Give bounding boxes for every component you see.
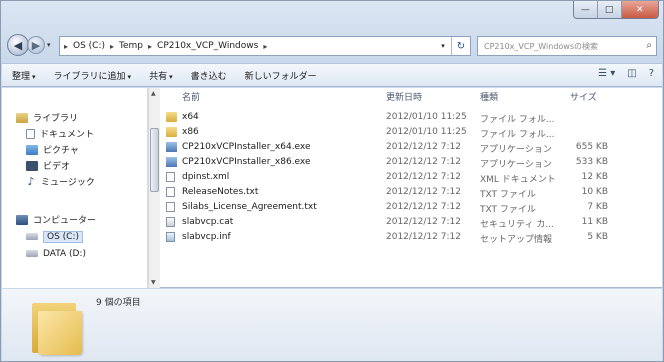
- minimize-button[interactable]: —: [574, 1, 597, 18]
- column-header-type[interactable]: 種類: [480, 90, 498, 103]
- library-icon: [16, 112, 28, 123]
- xml-file-icon: [166, 172, 175, 182]
- recent-pages-dropdown-icon[interactable]: ▾: [47, 41, 51, 49]
- setup-info-icon: [166, 232, 175, 242]
- file-row[interactable]: dpinst.xml 2012/12/12 7:12 XML ドキュメント 12 K…: [160, 170, 660, 185]
- pictures-icon: [26, 144, 38, 155]
- file-row[interactable]: x64 2012/01/10 11:25 ファイル フォル...: [160, 110, 660, 125]
- file-row[interactable]: slabvcp.inf 2012/12/12 7:12 セットアップ情報 5 KB: [160, 230, 660, 245]
- column-header-name[interactable]: 名前: [182, 90, 200, 103]
- search-box[interactable]: CP210x_VCP_Windowsの検索 ⌕: [477, 36, 657, 56]
- nav-item-videos[interactable]: ビデオ: [26, 158, 70, 173]
- breadcrumb-chevron-icon[interactable]: ▸: [148, 42, 152, 51]
- documents-icon: [26, 128, 35, 139]
- command-bar: 整理 ▾ ライブラリに追加 ▾ 共有 ▾ 書き込む 新しいフォルダー ☰ ▾ ◫ ?: [2, 63, 662, 87]
- back-button[interactable]: ◀: [7, 34, 29, 56]
- column-header-size[interactable]: サイズ: [570, 90, 597, 103]
- application-icon: [166, 157, 177, 167]
- title-bar: — □ ✕: [1, 1, 663, 27]
- address-root-chevron-icon[interactable]: ▸: [64, 42, 68, 51]
- breadcrumb-chevron-icon[interactable]: ▸: [263, 42, 267, 51]
- computer-icon: [16, 214, 28, 225]
- scroll-up-arrow-icon[interactable]: ▲: [151, 90, 156, 97]
- text-file-icon: [166, 187, 175, 197]
- breadcrumb-chevron-icon[interactable]: ▸: [110, 42, 114, 51]
- item-count: 9 個の項目: [96, 298, 141, 308]
- forward-button[interactable]: ▶: [27, 36, 45, 54]
- refresh-icon[interactable]: ↻: [451, 37, 470, 55]
- search-icon[interactable]: ⌕: [646, 40, 652, 51]
- add-to-library-button[interactable]: ライブラリに追加 ▾: [54, 69, 132, 82]
- breadcrumb-drive[interactable]: OS (C:): [73, 41, 105, 51]
- nav-item-data-drive[interactable]: DATA (D:): [26, 246, 86, 261]
- breadcrumb-temp[interactable]: Temp: [119, 41, 143, 51]
- navigation-scrollbar[interactable]: ▲ ▼: [148, 88, 160, 288]
- file-row[interactable]: CP210xVCPInstaller_x64.exe 2012/12/12 7:1…: [160, 140, 660, 155]
- nav-item-pictures[interactable]: ピクチャ: [26, 142, 79, 157]
- folder-icon: [166, 127, 177, 137]
- content-area: ライブラリ ドキュメント ピクチャ ビデオ ♪ ミュージック コンピューター O…: [2, 88, 662, 288]
- drive-icon: [26, 250, 38, 257]
- column-header-date[interactable]: 更新日時: [386, 90, 422, 103]
- maximize-button[interactable]: □: [596, 1, 622, 18]
- nav-item-libraries[interactable]: ライブラリ: [16, 110, 78, 125]
- file-list: 名前 更新日時 種類 サイズ x64 2012/01/10 11:25 ファイル …: [160, 88, 662, 288]
- file-row[interactable]: slabvcp.cat 2012/12/12 7:12 セキュリティ カ... 11…: [160, 215, 660, 230]
- drive-icon: [26, 233, 38, 240]
- text-file-icon: [166, 202, 175, 212]
- navigation-buttons: ◀ ▶ ▾: [7, 34, 51, 56]
- explorer-window: — □ ✕ ◀ ▶ ▾ ▸ OS (C:) ▸ Temp ▸ CP210x_VC…: [0, 0, 664, 362]
- organize-button[interactable]: 整理 ▾: [12, 69, 36, 82]
- nav-item-os-drive[interactable]: OS (C:): [26, 229, 83, 244]
- change-view-icon[interactable]: ☰ ▾: [598, 68, 615, 79]
- address-history-dropdown-icon[interactable]: ▾: [436, 37, 450, 55]
- window-controls: — □ ✕: [573, 1, 659, 19]
- breadcrumb-current-folder[interactable]: CP210x_VCP_Windows: [157, 41, 258, 51]
- file-row[interactable]: x86 2012/01/10 11:25 ファイル フォル...: [160, 125, 660, 140]
- file-row[interactable]: CP210xVCPInstaller_x86.exe 2012/12/12 7:1…: [160, 155, 660, 170]
- search-placeholder: CP210x_VCP_Windowsの検索: [484, 41, 599, 51]
- security-catalog-icon: [166, 217, 175, 227]
- videos-icon: [26, 160, 38, 171]
- scroll-down-arrow-icon[interactable]: ▼: [151, 279, 156, 286]
- folder-icon: [166, 112, 177, 122]
- folder-icon: [32, 297, 82, 355]
- application-icon: [166, 142, 177, 152]
- close-button[interactable]: ✕: [621, 1, 658, 18]
- burn-button[interactable]: 書き込む: [191, 69, 227, 82]
- scroll-thumb[interactable]: [150, 128, 159, 192]
- navigation-pane: ライブラリ ドキュメント ピクチャ ビデオ ♪ ミュージック コンピューター O…: [2, 88, 148, 288]
- file-row[interactable]: ReleaseNotes.txt 2012/12/12 7:12 TXT ファイル…: [160, 185, 660, 200]
- nav-item-music[interactable]: ♪ ミュージック: [26, 174, 94, 189]
- preview-pane-icon[interactable]: ◫: [627, 68, 636, 79]
- details-pane: 9 個の項目: [2, 289, 662, 361]
- file-row[interactable]: Silabs_License_Agreement.txt 2012/12/12 7…: [160, 200, 660, 215]
- music-icon: ♪: [27, 174, 35, 188]
- nav-item-documents[interactable]: ドキュメント: [26, 126, 94, 141]
- address-bar[interactable]: ▸ OS (C:) ▸ Temp ▸ CP210x_VCP_Windows ▸ …: [59, 36, 471, 56]
- nav-item-computer[interactable]: コンピューター: [16, 212, 96, 227]
- help-icon[interactable]: ?: [649, 68, 654, 79]
- share-button[interactable]: 共有 ▾: [149, 69, 173, 82]
- new-folder-button[interactable]: 新しいフォルダー: [245, 69, 317, 82]
